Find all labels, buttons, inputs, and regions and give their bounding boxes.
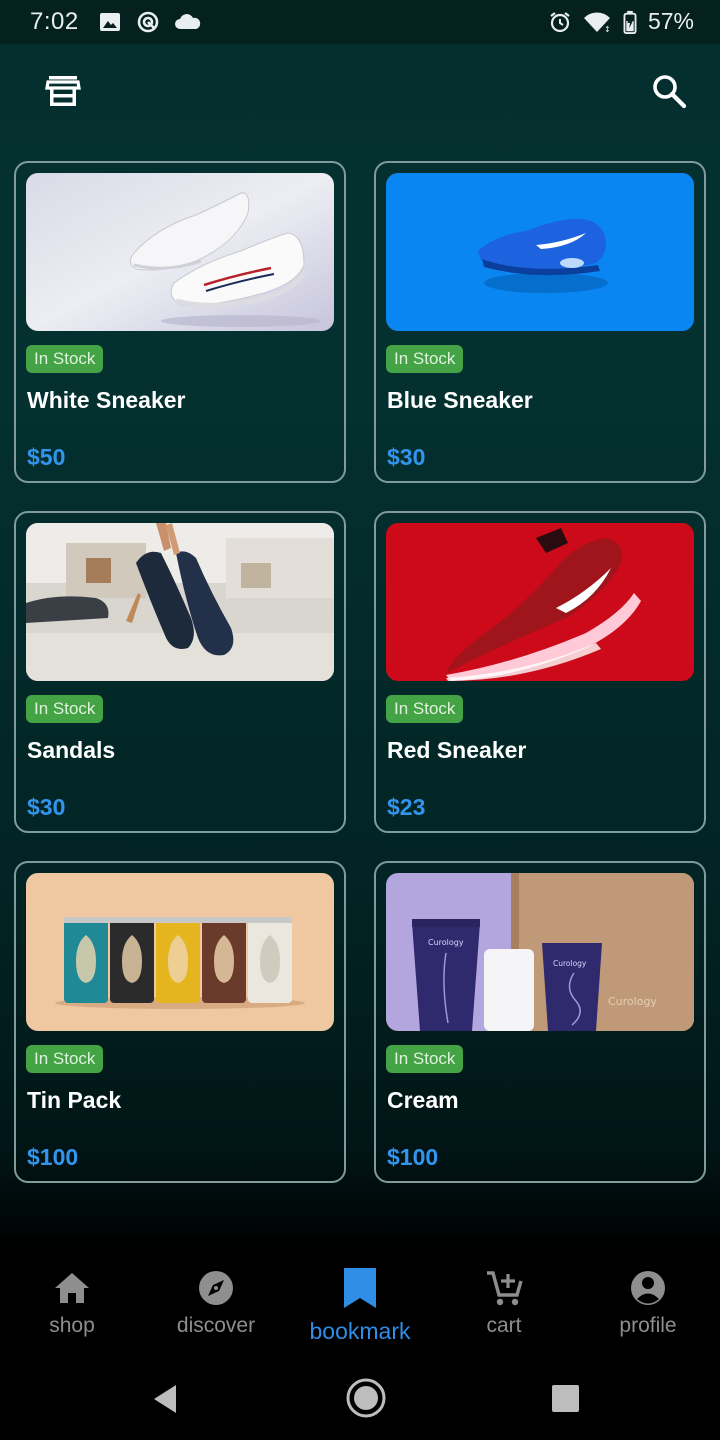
system-navigation-bar <box>0 1364 720 1440</box>
product-name: White Sneaker <box>27 387 186 413</box>
product-price: $23 <box>387 794 426 820</box>
nav-item-bookmark[interactable]: bookmark <box>288 1254 432 1354</box>
blue-sneaker-photo[interactable] <box>386 173 694 331</box>
alarm-icon <box>550 11 570 32</box>
nav-item-cart[interactable]: cart <box>432 1254 576 1354</box>
tin-pack-photo[interactable] <box>26 873 334 1031</box>
product-price: $30 <box>387 444 426 470</box>
svg-text:↕: ↕ <box>604 25 611 34</box>
battery-icon <box>623 10 637 34</box>
product-name: Cream <box>387 1087 459 1113</box>
white-sneaker-photo[interactable] <box>26 173 334 331</box>
product-price: $100 <box>387 1144 439 1170</box>
image-icon <box>100 13 120 31</box>
bookmark-icon <box>344 1268 376 1308</box>
product-price: $50 <box>27 444 66 470</box>
product-card[interactable]: In Stock Blue Sneaker $30 <box>374 161 706 483</box>
stock-badge: In Stock <box>26 1045 104 1073</box>
cloud-icon <box>175 14 201 29</box>
nav-label: profile <box>619 1314 677 1337</box>
status-left-icons <box>98 10 202 34</box>
product-card[interactable]: In Stock Red Sneaker $23 <box>374 511 706 833</box>
home-icon <box>55 1273 89 1303</box>
nav-item-profile[interactable]: profile <box>576 1254 720 1354</box>
product-card[interactable]: In Stock Sandals $30 <box>14 511 346 833</box>
stock-badge: In Stock <box>386 1045 464 1073</box>
product-name: Tin Pack <box>27 1087 122 1113</box>
app-screen: 7:02 ↕ 57% In Stock White Sneaker $50 In… <box>0 0 720 1440</box>
stock-badge: In Stock <box>26 345 104 373</box>
back-icon[interactable] <box>152 1384 178 1414</box>
tube-brand-text: Curology <box>553 959 587 968</box>
tube-brand-text: Curology <box>428 938 464 947</box>
product-name: Sandals <box>27 737 116 763</box>
product-price: $100 <box>27 1144 79 1170</box>
battery-percent: 57% <box>647 8 694 34</box>
product-card[interactable]: In Stock Tin Pack $100 <box>14 861 346 1183</box>
red-sneaker-photo[interactable] <box>386 523 694 681</box>
compass-icon <box>199 1271 233 1305</box>
sync-icon <box>137 11 159 33</box>
status-time: 7:02 <box>30 8 79 35</box>
product-card[interactable]: Curology Curology Curology In Stock Crea… <box>374 861 706 1183</box>
nav-item-discover[interactable]: discover <box>144 1254 288 1354</box>
sandals-photo[interactable] <box>26 523 334 681</box>
home-button-icon[interactable] <box>345 1377 387 1419</box>
recents-icon[interactable] <box>552 1385 579 1412</box>
nav-label: shop <box>49 1314 95 1337</box>
nav-label: bookmark <box>309 1318 411 1344</box>
nav-label: discover <box>176 1314 256 1337</box>
store-icon[interactable] <box>44 72 82 110</box>
status-right-icons: ↕ 57% <box>548 8 694 35</box>
product-grid: In Stock White Sneaker $50 In Stock Blue… <box>14 161 706 1183</box>
status-bar: 7:02 ↕ 57% <box>0 0 720 44</box>
cream-photo[interactable]: Curology Curology Curology <box>386 873 694 1031</box>
product-price: $30 <box>27 794 66 820</box>
box-brand-text: Curology <box>608 995 657 1008</box>
stock-badge: In Stock <box>26 695 104 723</box>
nav-label: cart <box>486 1314 522 1337</box>
nav-item-shop[interactable]: shop <box>0 1254 144 1354</box>
wifi-icon: ↕ <box>583 11 611 34</box>
product-card[interactable]: In Stock White Sneaker $50 <box>14 161 346 483</box>
bottom-navigation: shop discover bookmark cart profile <box>0 1254 720 1364</box>
product-name: Blue Sneaker <box>387 387 533 413</box>
account-icon <box>631 1271 665 1305</box>
search-icon[interactable] <box>650 72 688 110</box>
add-cart-icon <box>487 1271 523 1306</box>
top-app-bar <box>0 44 720 144</box>
stock-badge: In Stock <box>386 345 464 373</box>
stock-badge: In Stock <box>386 695 464 723</box>
product-name: Red Sneaker <box>387 737 527 763</box>
